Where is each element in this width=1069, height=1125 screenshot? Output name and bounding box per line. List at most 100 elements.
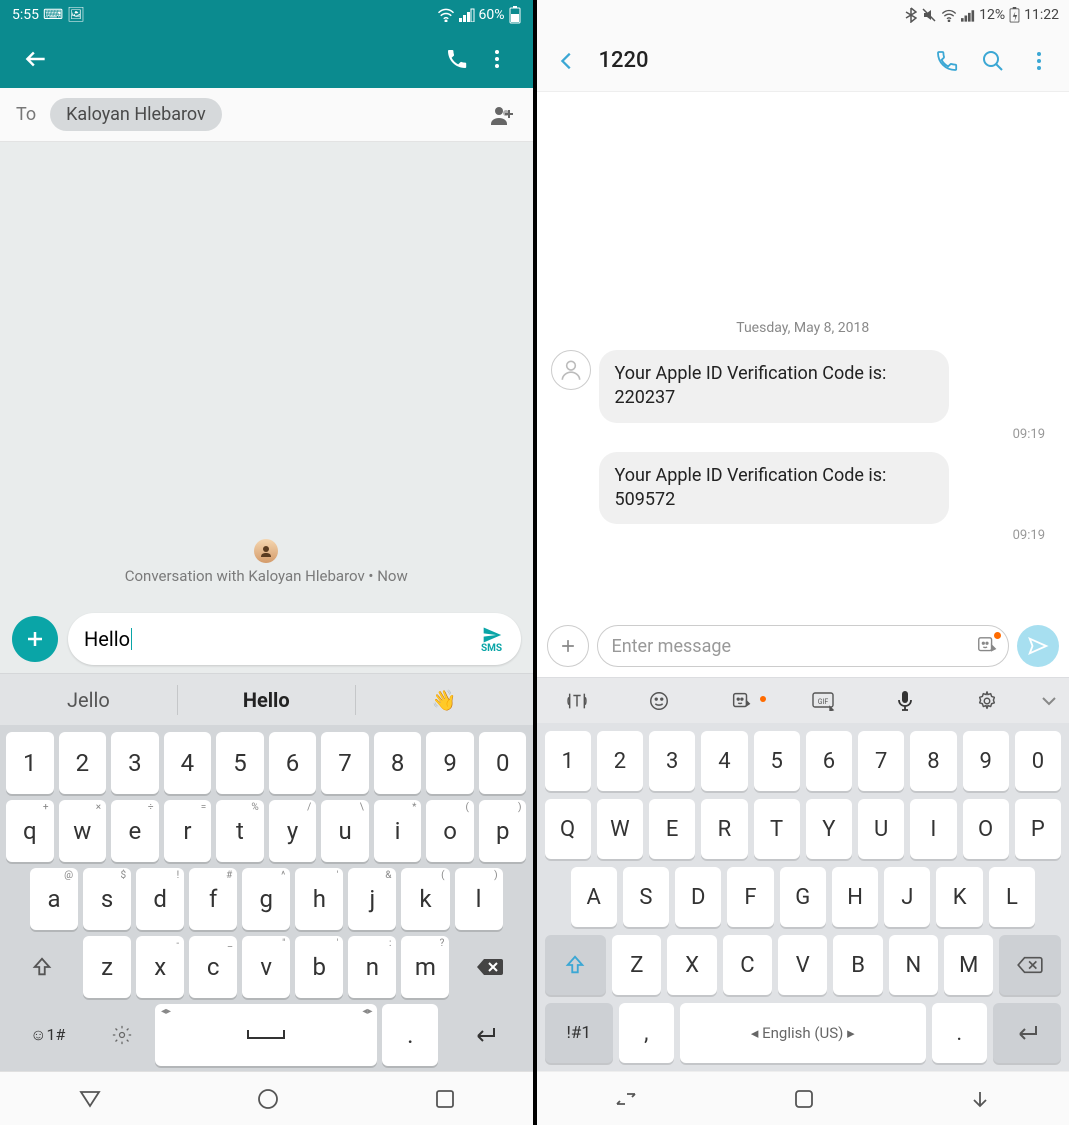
- key-L[interactable]: L: [989, 867, 1035, 927]
- key-F[interactable]: F: [727, 867, 773, 927]
- key-W[interactable]: W: [597, 799, 643, 859]
- text-tools-button[interactable]: [537, 690, 619, 712]
- key-m[interactable]: m?: [401, 936, 449, 998]
- key-D[interactable]: D: [675, 867, 721, 927]
- key-2[interactable]: 2: [59, 732, 107, 794]
- key-O[interactable]: O: [963, 799, 1009, 859]
- nav-back[interactable]: [969, 1089, 991, 1109]
- key-h[interactable]: h': [295, 868, 343, 930]
- backspace-key[interactable]: [454, 936, 526, 998]
- key-3[interactable]: 3: [111, 732, 159, 794]
- key-8[interactable]: 8: [374, 732, 422, 794]
- message-bubble[interactable]: Your Apple ID Verification Code is: 2202…: [599, 350, 949, 423]
- key-M[interactable]: M: [944, 935, 993, 995]
- key-E[interactable]: E: [649, 799, 695, 859]
- key-H[interactable]: H: [832, 867, 878, 927]
- key-d[interactable]: d!: [136, 868, 184, 930]
- voice-button[interactable]: [864, 690, 946, 712]
- key-P[interactable]: P: [1015, 799, 1061, 859]
- period-key[interactable]: .: [932, 1003, 987, 1063]
- key-e[interactable]: e÷: [111, 800, 159, 862]
- add-recipient-button[interactable]: [487, 104, 517, 126]
- symbol-key[interactable]: ☺1#: [6, 1004, 89, 1066]
- key-z[interactable]: z: [83, 936, 131, 998]
- recipient-chip[interactable]: Kaloyan Hlebarov: [50, 98, 222, 131]
- key-4[interactable]: 4: [701, 731, 747, 791]
- key-4[interactable]: 4: [164, 732, 212, 794]
- nav-recents[interactable]: [435, 1089, 455, 1109]
- key-s[interactable]: s$: [83, 868, 131, 930]
- symbol-key[interactable]: !#1: [545, 1003, 613, 1063]
- enter-key[interactable]: [993, 1003, 1061, 1063]
- nav-recents[interactable]: [614, 1090, 638, 1108]
- back-button[interactable]: [547, 41, 587, 81]
- key-r[interactable]: r=: [164, 800, 212, 862]
- key-f[interactable]: f#: [189, 868, 237, 930]
- gif-button[interactable]: GIF: [782, 691, 864, 711]
- language-key[interactable]: ◂ English (US) ▸: [680, 1003, 926, 1063]
- key-C[interactable]: C: [723, 935, 772, 995]
- key-o[interactable]: o(: [426, 800, 474, 862]
- key-K[interactable]: K: [936, 867, 982, 927]
- key-T[interactable]: T: [754, 799, 800, 859]
- key-A[interactable]: A: [571, 867, 617, 927]
- key-S[interactable]: S: [623, 867, 669, 927]
- key-t[interactable]: t%: [216, 800, 264, 862]
- key-n[interactable]: n:: [348, 936, 396, 998]
- contact-avatar[interactable]: [551, 350, 591, 390]
- key-U[interactable]: U: [858, 799, 904, 859]
- space-key[interactable]: ◂▸◂▸: [155, 1004, 377, 1066]
- suggestion-3[interactable]: 👋: [356, 688, 533, 712]
- key-G[interactable]: G: [780, 867, 826, 927]
- nav-home[interactable]: [257, 1088, 279, 1110]
- shift-key[interactable]: [6, 936, 78, 998]
- key-8[interactable]: 8: [910, 731, 956, 791]
- key-V[interactable]: V: [778, 935, 827, 995]
- shift-key[interactable]: [545, 935, 607, 995]
- key-X[interactable]: X: [667, 935, 716, 995]
- key-2[interactable]: 2: [597, 731, 643, 791]
- key-Y[interactable]: Y: [806, 799, 852, 859]
- key-1[interactable]: 1: [6, 732, 54, 794]
- key-R[interactable]: R: [701, 799, 747, 859]
- backspace-key[interactable]: [999, 935, 1061, 995]
- key-u[interactable]: u\: [321, 800, 369, 862]
- key-k[interactable]: k(: [401, 868, 449, 930]
- settings-button[interactable]: [946, 690, 1028, 712]
- suggestion-1[interactable]: Jello: [0, 688, 177, 712]
- key-Z[interactable]: Z: [612, 935, 661, 995]
- key-6[interactable]: 6: [269, 732, 317, 794]
- key-g[interactable]: g^: [242, 868, 290, 930]
- key-N[interactable]: N: [889, 935, 938, 995]
- overflow-menu[interactable]: [477, 39, 517, 79]
- key-w[interactable]: w×: [59, 800, 107, 862]
- emoji-button[interactable]: [618, 690, 700, 712]
- collapse-button[interactable]: [1028, 695, 1069, 707]
- key-9[interactable]: 9: [963, 731, 1009, 791]
- enter-key[interactable]: [443, 1004, 526, 1066]
- comma-key[interactable]: ,: [619, 1003, 674, 1063]
- key-q[interactable]: q+: [6, 800, 54, 862]
- attach-button[interactable]: [12, 616, 58, 662]
- key-l[interactable]: l): [455, 868, 503, 930]
- key-1[interactable]: 1: [545, 731, 591, 791]
- key-Q[interactable]: Q: [545, 799, 591, 859]
- key-a[interactable]: a@: [30, 868, 78, 930]
- key-I[interactable]: I: [910, 799, 956, 859]
- message-input[interactable]: Enter message: [597, 625, 1010, 667]
- conversation-area[interactable]: Tuesday, May 8, 2018 Your Apple ID Verif…: [537, 92, 1069, 619]
- suggestion-2[interactable]: Hello: [178, 688, 355, 712]
- call-button[interactable]: [437, 39, 477, 79]
- overflow-menu[interactable]: [1019, 41, 1059, 81]
- message-input[interactable]: Hello SMS: [68, 613, 521, 665]
- nav-home[interactable]: [794, 1089, 814, 1109]
- key-y[interactable]: y/: [269, 800, 317, 862]
- back-button[interactable]: [16, 39, 56, 79]
- key-0[interactable]: 0: [1015, 731, 1061, 791]
- key-7[interactable]: 7: [858, 731, 904, 791]
- key-5[interactable]: 5: [754, 731, 800, 791]
- key-3[interactable]: 3: [649, 731, 695, 791]
- sticker-button[interactable]: [700, 690, 782, 712]
- key-p[interactable]: p): [479, 800, 527, 862]
- key-0[interactable]: 0: [479, 732, 527, 794]
